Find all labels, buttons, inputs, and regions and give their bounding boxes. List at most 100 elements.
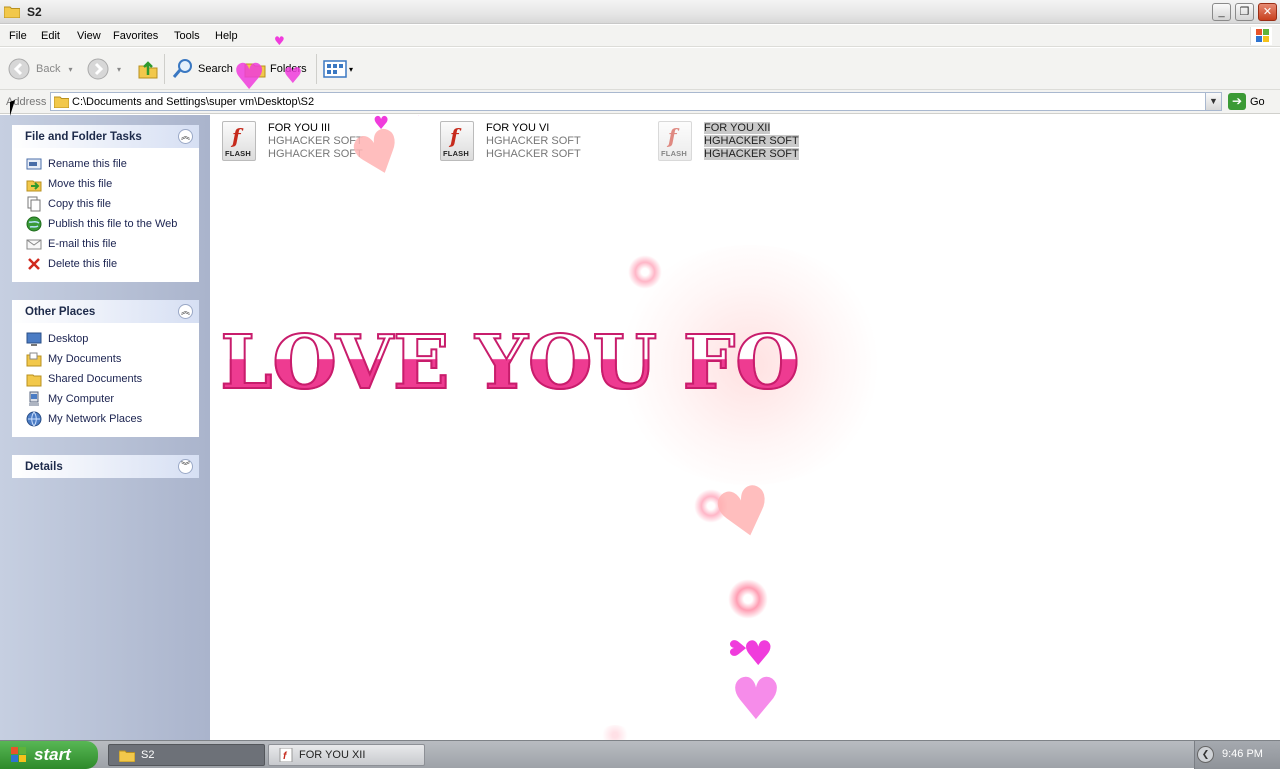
flash-file-icon: f FLASH: [658, 121, 692, 161]
task-delete[interactable]: Delete this file: [12, 254, 199, 274]
place-shared-documents[interactable]: Shared Documents: [12, 369, 199, 389]
other-places-panel: Other Places ︽ Desktop My Documents Shar…: [12, 300, 199, 437]
address-input[interactable]: C:\Documents and Settings\super vm\Deskt…: [50, 92, 1222, 111]
heart-icon: ♥: [283, 64, 303, 89]
place-label: Shared Documents: [48, 373, 143, 385]
windows-flag-icon: [11, 747, 26, 762]
rename-icon: [26, 158, 42, 170]
start-button[interactable]: start: [0, 741, 98, 769]
shared-folder-icon: [26, 374, 42, 387]
expand-icon[interactable]: ︾: [178, 459, 193, 474]
taskbar-item-label: FOR YOU XII: [299, 749, 366, 761]
panel-header[interactable]: File and Folder Tasks ︽: [12, 125, 199, 148]
minimize-button[interactable]: _: [1212, 3, 1231, 21]
search-icon: [172, 59, 192, 78]
file-item[interactable]: f FLASH FOR YOU VI HGHACKER SOFT HGHACKER…: [440, 121, 600, 165]
toolbar: Back ▾ ▾ Search Folders ▾: [0, 48, 1280, 90]
windows-logo-icon: [1250, 27, 1272, 45]
taskbar: start S2 f FOR YOU XII ❮ 9:46 PM: [0, 740, 1280, 769]
task-copy[interactable]: Copy this file: [12, 194, 199, 214]
maximize-button[interactable]: ❐: [1235, 3, 1254, 21]
task-label: Publish this file to the Web: [48, 218, 178, 230]
menu-help[interactable]: Help: [215, 30, 238, 42]
close-button[interactable]: ✕: [1258, 3, 1277, 21]
place-desktop[interactable]: Desktop: [12, 329, 199, 349]
taskbar-item-s2[interactable]: S2: [108, 744, 265, 766]
email-icon: [26, 239, 42, 250]
place-my-documents[interactable]: My Documents: [12, 349, 199, 369]
panel-title: Other Places: [25, 306, 96, 318]
place-my-computer[interactable]: My Computer: [12, 389, 199, 409]
forward-dropdown-icon[interactable]: ▾: [117, 65, 121, 74]
clock[interactable]: 9:46 PM: [1222, 748, 1263, 760]
desktop-icon: [26, 332, 42, 346]
forward-button[interactable]: ▾: [87, 57, 121, 81]
up-folder-icon: [138, 61, 158, 79]
flash-file-icon: f: [279, 748, 293, 762]
place-network[interactable]: My Network Places: [12, 409, 199, 429]
system-tray: ❮ 9:46 PM: [1194, 741, 1280, 769]
flash-file-icon: f FLASH: [440, 121, 474, 161]
sparkle-icon: [728, 579, 768, 619]
menu-tools[interactable]: Tools: [174, 30, 200, 42]
heart-icon: ♥: [373, 115, 390, 134]
menu-view[interactable]: View: [77, 30, 101, 42]
back-arrow-icon: [8, 58, 30, 80]
task-label: Rename this file: [48, 158, 127, 170]
taskbar-item-for-you-xii[interactable]: f FOR YOU XII: [268, 744, 425, 766]
task-label: Delete this file: [48, 258, 118, 270]
address-path: C:\Documents and Settings\super vm\Deskt…: [72, 96, 315, 108]
copy-icon: [27, 196, 41, 212]
heart-icon: ♥: [705, 468, 783, 559]
network-places-icon: [26, 411, 42, 427]
go-arrow-icon: ➔: [1228, 93, 1246, 110]
place-label: My Documents: [48, 353, 122, 365]
place-label: My Computer: [48, 393, 115, 405]
task-rename[interactable]: Rename this file: [12, 154, 199, 174]
panel-title: File and Folder Tasks: [25, 131, 142, 143]
my-documents-icon: [26, 352, 42, 367]
task-email[interactable]: E-mail this file: [12, 234, 199, 254]
file-list-area[interactable]: f FLASH FOR YOU III HGHACKER SOFT HGHACKE…: [210, 115, 1280, 740]
delete-icon: [28, 258, 40, 270]
sparkle-icon: [600, 725, 630, 740]
window-title: S2: [27, 5, 42, 19]
collapse-icon[interactable]: ︽: [178, 129, 193, 144]
up-folder-button[interactable]: [137, 57, 159, 81]
back-dropdown-icon[interactable]: ▾: [68, 65, 72, 74]
file-description: HGHACKER SOFT: [704, 135, 799, 147]
folder-icon: [119, 750, 135, 762]
panel-header[interactable]: Details ︾: [12, 455, 199, 478]
taskbar-item-label: S2: [141, 749, 155, 761]
collapse-icon[interactable]: ︽: [178, 304, 193, 319]
file-folder-tasks-panel: File and Folder Tasks ︽ Rename this file…: [12, 125, 199, 282]
heart-icon: ♥: [233, 57, 266, 98]
go-button[interactable]: ➔ Go: [1228, 92, 1265, 111]
place-label: Desktop: [48, 333, 89, 345]
address-dropdown-icon[interactable]: ▼: [1205, 93, 1221, 110]
panel-title: Details: [25, 461, 63, 473]
back-button[interactable]: Back ▾: [8, 57, 72, 81]
publish-web-icon: [26, 216, 42, 232]
menu-file[interactable]: File: [9, 30, 27, 42]
file-company: HGHACKER SOFT: [704, 148, 799, 160]
task-move[interactable]: Move this file: [12, 174, 199, 194]
task-pane: File and Folder Tasks ︽ Rename this file…: [0, 115, 210, 740]
move-icon: [26, 180, 42, 192]
file-name: FOR YOU III: [268, 122, 331, 134]
views-button[interactable]: ▾: [323, 57, 353, 81]
file-description: HGHACKER SOFT: [486, 135, 581, 147]
panel-header[interactable]: Other Places ︽: [12, 300, 199, 323]
menu-edit[interactable]: Edit: [41, 30, 60, 42]
search-button[interactable]: Search: [171, 57, 233, 81]
file-item-selected[interactable]: f FLASH FOR YOU XII HGHACKER SOFT HGHACKE…: [658, 121, 818, 165]
file-name: FOR YOU XII: [704, 122, 771, 134]
task-label: Copy this file: [48, 198, 111, 210]
search-label: Search: [198, 63, 233, 75]
folder-icon: [54, 96, 69, 108]
toolbar-separator: [164, 54, 165, 84]
show-hidden-icons-icon[interactable]: ❮: [1197, 746, 1214, 763]
menu-favorites[interactable]: Favorites: [113, 30, 158, 42]
task-publish[interactable]: Publish this file to the Web: [12, 214, 199, 234]
title-bar[interactable]: S2 _ ❐ ✕: [0, 0, 1280, 24]
